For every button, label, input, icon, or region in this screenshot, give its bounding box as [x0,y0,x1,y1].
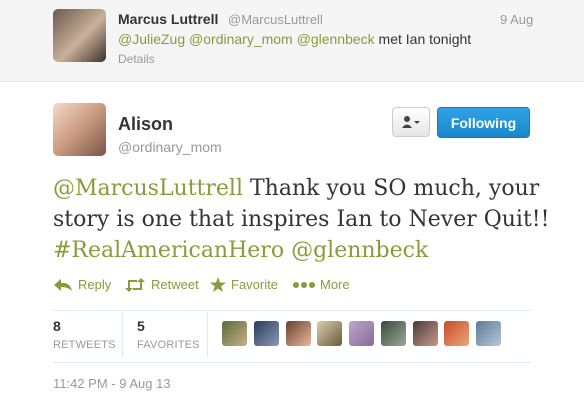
stat-separator [122,312,123,357]
retweet-label: Retweet [151,277,199,292]
reply-button[interactable]: Reply [53,277,111,292]
mention-link[interactable]: @glennbeck [297,31,375,47]
reply-icon [54,278,72,291]
retweet-icon [125,277,145,292]
favorite-button[interactable]: Favorite [210,277,278,292]
favorite-label: Favorite [231,277,278,292]
mention-link[interactable]: @ordinary_mom [189,31,293,47]
star-icon [210,277,226,292]
retweets-count: 8 [53,318,61,334]
hashtag-link[interactable]: #RealAmericanHero [53,238,284,263]
favoriter-avatar[interactable] [254,321,279,346]
divider [53,362,531,363]
tweet-text: @MarcusLuttrell Thank you SO much, your … [53,173,553,266]
favoriter-avatar[interactable] [444,321,469,346]
user-actions-dropdown[interactable] [392,107,430,137]
favoriter-avatar[interactable] [381,321,406,346]
parent-tweet-time[interactable]: 9 Aug [500,12,533,27]
retweet-button[interactable]: Retweet [124,277,199,292]
parent-avatar[interactable] [53,9,106,62]
reply-label: Reply [78,277,112,292]
parent-tweet[interactable]: Marcus Luttrell @MarcusLuttrell 9 Aug @J… [0,0,584,82]
mention-link[interactable]: @glennbeck [291,238,428,263]
following-button[interactable]: Following [437,107,530,138]
retweets-stat[interactable]: 8 RETWEETS [53,318,116,351]
mention-link[interactable]: @JulieZug [118,31,185,47]
favorites-stat[interactable]: 5 FAVORITES [137,318,200,351]
caret-down-icon [414,121,420,124]
favorites-label: FAVORITES [137,339,200,351]
author-avatar[interactable] [53,103,106,156]
author-name[interactable]: Alison [118,114,173,135]
favorites-count: 5 [137,318,145,334]
favoriter-avatar[interactable] [476,321,501,346]
parent-author-handle[interactable]: @MarcusLuttrell [228,12,323,27]
details-link[interactable]: Details [118,52,155,66]
divider [53,310,531,311]
favoriter-avatar[interactable] [349,321,374,346]
retweets-label: RETWEETS [53,339,116,351]
mention-link[interactable]: @MarcusLuttrell [53,176,243,201]
favoriter-avatar[interactable] [317,321,342,346]
parent-text-tail: met Ian tonight [374,31,472,47]
user-icon [402,116,420,128]
stat-separator [207,312,208,357]
parent-author-name[interactable]: Marcus Luttrell [118,11,218,27]
favoriter-avatar[interactable] [413,321,438,346]
author-handle[interactable]: @ordinary_mom [118,139,222,155]
more-icon [293,281,315,288]
more-button[interactable]: More [293,277,350,292]
favoriter-avatar[interactable] [286,321,311,346]
favoriter-avatar[interactable] [222,321,247,346]
parent-tweet-text: @JulieZug @ordinary_mom @glennbeck met I… [118,31,471,47]
more-label: More [320,277,350,292]
tweet-timestamp[interactable]: 11:42 PM - 9 Aug 13 [53,376,171,391]
